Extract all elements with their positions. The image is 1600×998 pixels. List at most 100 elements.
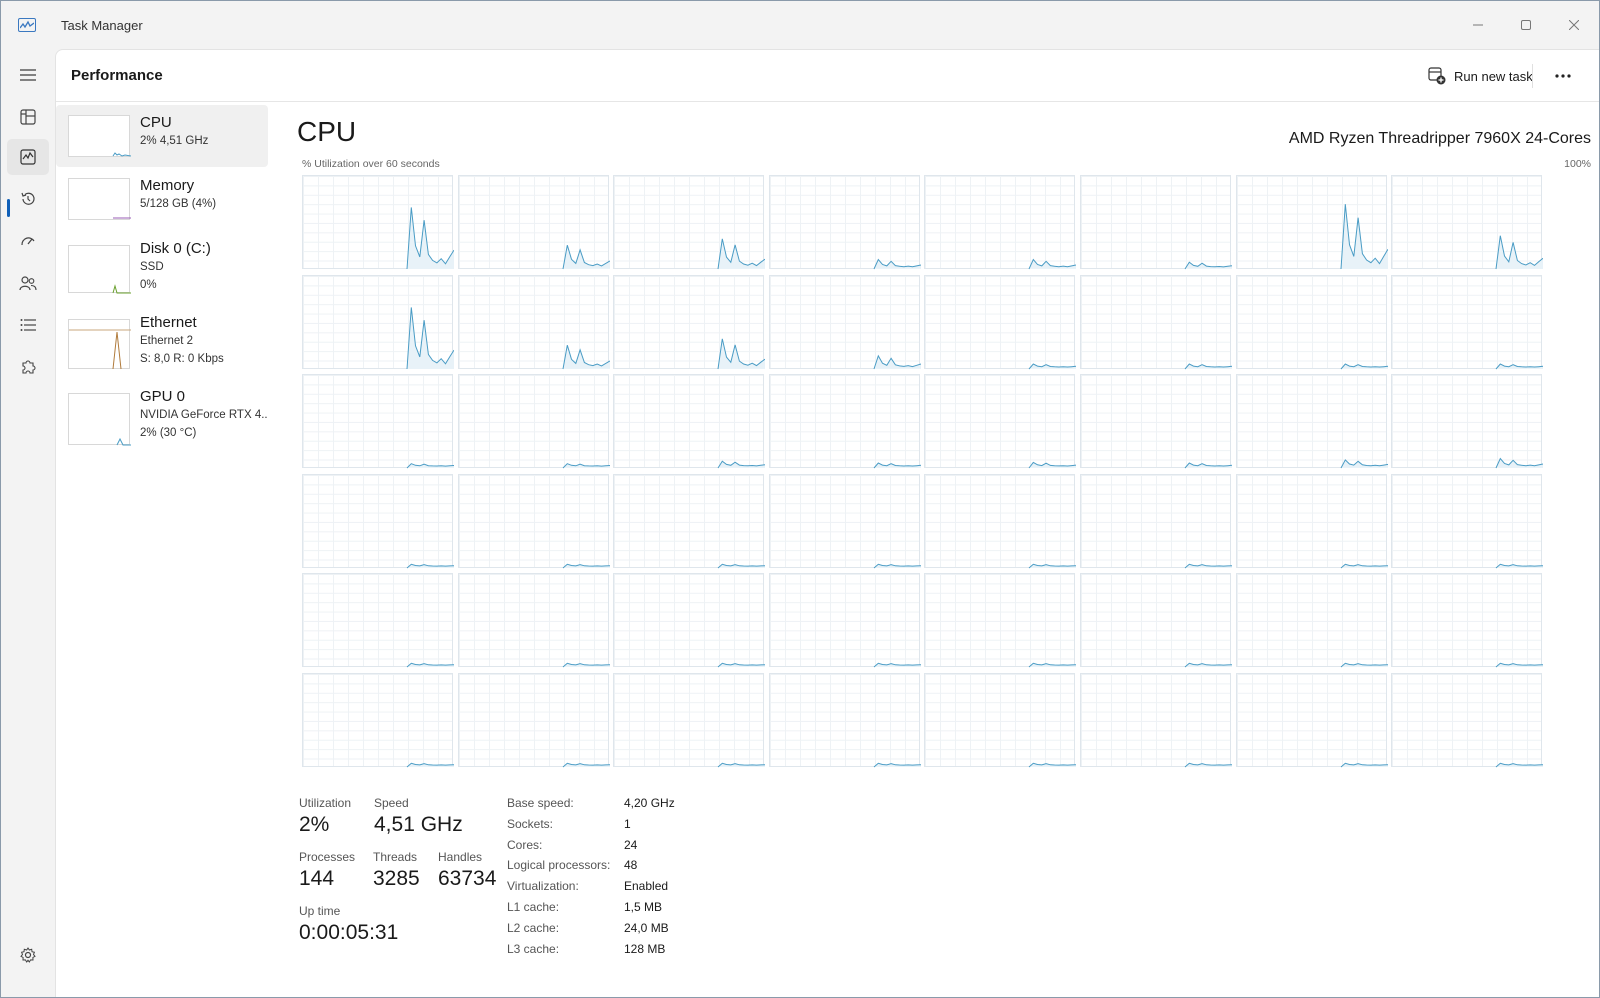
nav-startup-apps-button[interactable] xyxy=(7,223,49,259)
logical-processor-graph xyxy=(1080,274,1232,369)
logical-processor-graph xyxy=(768,374,921,469)
hamburger-icon xyxy=(20,69,36,81)
minimize-button[interactable] xyxy=(1455,9,1501,41)
cpu-model-name: AMD Ryzen Threadripper 7960X 24-Cores xyxy=(1288,130,1591,147)
utilization-trace xyxy=(1184,261,1232,270)
nav-services-button[interactable] xyxy=(7,349,49,385)
utilization-trace xyxy=(406,207,454,270)
processes-value: 144 xyxy=(299,867,335,890)
logical-processor-graph xyxy=(1235,473,1388,569)
handles-stat: Handles 63734 xyxy=(438,850,496,891)
logical-processor-graphs xyxy=(302,175,1548,769)
logical-processor-graph xyxy=(1391,175,1544,270)
threads-label: Threads xyxy=(373,850,418,864)
maximize-button[interactable] xyxy=(1503,9,1549,41)
spec-value: 128 MB xyxy=(624,941,666,956)
utilization-stat: Utilization 2% xyxy=(299,796,351,837)
history-icon xyxy=(21,192,35,205)
cpu-specs-table: Base speed: 4,20 GHz Sockets: 1 Cores: 24 L… xyxy=(507,796,707,962)
handles-label: Handles xyxy=(438,850,483,864)
logical-processor-graph xyxy=(1235,374,1388,469)
spec-key: L3 cache: xyxy=(507,941,560,956)
device-ethernet[interactable]: Ethernet Ethernet 2 S: 8,0 R: 0 Kbps xyxy=(56,305,276,378)
performance-icon xyxy=(20,149,36,165)
spec-key: Virtualization: xyxy=(507,879,579,894)
spec-row: Base speed: 4,20 GHz xyxy=(507,796,707,817)
device-detail: SSD xyxy=(140,261,164,273)
logical-processor-graph xyxy=(924,374,1077,469)
logical-processor-graph xyxy=(302,175,454,270)
device-detail: 2% (30 °C) xyxy=(140,427,197,439)
logical-processor-graph xyxy=(613,175,766,270)
utilization-area xyxy=(1185,262,1232,269)
device-name: Disk 0 (C:) xyxy=(140,240,211,257)
utilization-trace xyxy=(1029,762,1077,768)
utilization-area xyxy=(1340,204,1388,269)
device-detail: 5/128 GB (4%) xyxy=(140,198,217,210)
utilization-trace xyxy=(1029,563,1077,569)
disk-thumbnail-graph xyxy=(68,245,131,294)
spec-row: L3 cache: 128 MB xyxy=(507,942,707,963)
utilization-area xyxy=(1029,259,1077,269)
utilization-trace xyxy=(406,563,454,569)
settings-button[interactable] xyxy=(16,943,40,967)
speed-stat: Speed 4,51 GHz xyxy=(374,796,463,837)
spec-key: L1 cache: xyxy=(507,899,560,914)
nav-performance-button[interactable] xyxy=(7,139,49,175)
processes-stat: Processes 144 xyxy=(299,850,355,891)
device-cpu[interactable]: CPU 2% 4,51 GHz xyxy=(56,105,268,167)
close-button[interactable] xyxy=(1551,9,1597,41)
gear-icon xyxy=(20,947,36,963)
cpu-thumbnail-graph xyxy=(68,115,132,157)
utilization-trace xyxy=(562,463,610,469)
run-new-task-label: Run new task xyxy=(1454,68,1533,84)
nav-processes-button[interactable] xyxy=(7,99,49,135)
logical-processor-graph xyxy=(302,473,454,569)
utilization-trace xyxy=(1340,563,1388,569)
logical-processor-graph xyxy=(457,175,610,270)
nav-app-history-button[interactable] xyxy=(7,181,49,217)
nav-details-button[interactable] xyxy=(7,307,49,343)
logical-processor-graph xyxy=(1080,175,1232,270)
logical-processor-graph xyxy=(1235,673,1388,768)
logical-processor-graph xyxy=(1080,673,1232,768)
window-title: Task Manager xyxy=(61,18,143,33)
device-disk-0[interactable]: Disk 0 (C:) SSD 0% xyxy=(56,231,276,304)
utilization-trace xyxy=(562,245,610,270)
device-detail: 0% xyxy=(140,279,157,291)
utilization-trace xyxy=(562,344,610,369)
spec-key: Cores: xyxy=(507,837,543,852)
logical-processor-graph xyxy=(1235,573,1388,668)
logical-processor-graph xyxy=(613,274,766,369)
spec-value: 4,20 GHz xyxy=(624,796,675,810)
utilization-trace xyxy=(1028,461,1077,469)
logical-processor-graph xyxy=(1080,573,1232,668)
hamburger-menu-button[interactable] xyxy=(7,57,49,93)
run-new-task-button[interactable]: Run new task xyxy=(1428,64,1533,88)
utilization-trace xyxy=(406,663,454,668)
users-icon xyxy=(19,276,37,291)
utilization-trace xyxy=(1340,204,1388,270)
utilization-label: Utilization xyxy=(299,796,352,810)
device-memory[interactable]: Memory 5/128 GB (4%) xyxy=(56,168,276,230)
device-name: Ethernet xyxy=(140,314,197,331)
spec-key: L2 cache: xyxy=(507,920,560,935)
threads-stat: Threads 3285 xyxy=(373,850,420,891)
utilization-trace xyxy=(1184,563,1232,569)
spec-value: 24,0 MB xyxy=(624,920,669,935)
logical-processor-graph xyxy=(924,673,1077,768)
utilization-trace xyxy=(873,762,921,768)
more-options-button[interactable] xyxy=(1548,64,1578,88)
logical-processor-graph xyxy=(924,274,1077,369)
nav-users-button[interactable] xyxy=(7,265,49,301)
utilization-trace xyxy=(406,306,454,369)
processes-label: Processes xyxy=(299,850,356,864)
logical-processor-graph xyxy=(613,573,766,668)
logical-processor-graph xyxy=(924,175,1077,270)
device-detail: Ethernet 2 xyxy=(140,335,194,347)
utilization-trace xyxy=(1340,762,1388,768)
logical-processor-graph xyxy=(457,573,610,668)
device-gpu-0[interactable]: GPU 0 NVIDIA GeForce RTX 4.. 2% (30 °C) xyxy=(56,379,276,452)
spec-row: L1 cache: 1,5 MB xyxy=(507,900,707,921)
device-name: CPU xyxy=(140,114,172,131)
